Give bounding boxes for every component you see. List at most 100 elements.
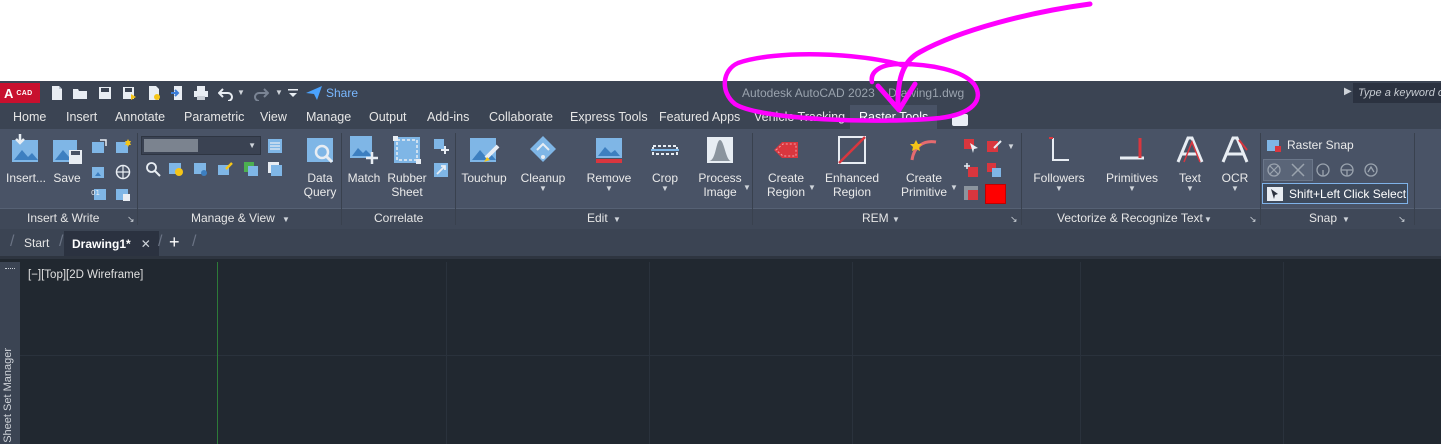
rem-edit-icon[interactable] (986, 138, 1002, 154)
rem-move-icon[interactable] (963, 162, 979, 178)
process-image-button[interactable]: Process Image (697, 133, 743, 199)
tab-express-tools[interactable]: Express Tools (570, 105, 648, 129)
redo-icon[interactable] (253, 85, 269, 101)
tab-vehicle-tracking[interactable]: Vehicle Tracking (754, 105, 845, 129)
vectorize-launcher-icon[interactable]: ↘ (1249, 214, 1257, 225)
new-file-icon[interactable] (49, 85, 65, 101)
viewport-controls[interactable]: [−][Top][2D Wireframe] (28, 269, 143, 281)
move-image-icon[interactable] (433, 138, 449, 154)
ocr-button[interactable]: OCR ▼ (1217, 133, 1253, 193)
cleanup-dropdown-icon: ▼ (539, 184, 547, 193)
rubber-sheet-button[interactable]: Rubber Sheet (386, 133, 428, 199)
sheet-set-manager-label: Sheet Set Manager (2, 348, 14, 443)
rotate-image-icon[interactable] (433, 162, 449, 178)
new-image-icon[interactable] (115, 139, 131, 155)
snap-quadrant-icon[interactable] (1339, 162, 1355, 178)
rem-edit-dropdown-icon[interactable]: ▼ (1007, 143, 1015, 151)
tab-featured-apps[interactable]: Featured Apps (659, 105, 740, 129)
primitives-button[interactable]: Primitives ▼ (1103, 133, 1161, 193)
save-raster-button[interactable]: Save (50, 133, 84, 185)
snap-perpendicular-icon[interactable] (1363, 162, 1379, 178)
tab-manage[interactable]: Manage (306, 105, 351, 129)
insert-write-launcher-icon[interactable]: ↘ (127, 214, 135, 225)
save-icon[interactable] (97, 85, 113, 101)
tab-start[interactable]: Start (24, 236, 49, 250)
zoom-icon[interactable] (145, 161, 161, 177)
edit-expand-icon[interactable]: ▼ (613, 216, 621, 224)
image-details-icon[interactable] (193, 161, 209, 177)
enhanced-region-button[interactable]: Enhanced Region (824, 133, 880, 199)
snap-endpoint-icon[interactable] (1266, 162, 1282, 178)
image-frame-icon[interactable] (91, 139, 107, 155)
rem-launcher-icon[interactable]: ↘ (1010, 214, 1018, 225)
rem-grid-icon[interactable] (963, 185, 979, 201)
manage-view-expand-icon[interactable]: ▼ (282, 216, 290, 224)
text-button[interactable]: Text ▼ (1172, 133, 1208, 193)
globe-icon[interactable] (115, 164, 131, 180)
create-region-dropdown-icon[interactable]: ▼ (808, 184, 816, 192)
image-binary-icon[interactable]: 01 (91, 186, 107, 202)
redo-dropdown-icon[interactable]: ▼ (274, 85, 284, 101)
tab-parametric[interactable]: Parametric (184, 105, 244, 129)
match-button[interactable]: Match (345, 133, 383, 185)
image-frames-icon[interactable] (168, 161, 184, 177)
process-image-dropdown-icon[interactable]: ▼ (743, 184, 751, 192)
snap-center-icon[interactable] (1315, 162, 1331, 178)
tab-collaborate[interactable]: Collaborate (489, 105, 553, 129)
insert-button[interactable]: Insert... (6, 133, 46, 185)
app-menu-button[interactable]: A CAD (0, 83, 40, 103)
search-expand-icon[interactable]: ▶ (1344, 86, 1352, 97)
tab-home[interactable]: Home (13, 105, 46, 129)
search-input[interactable] (1353, 83, 1441, 103)
new-tab-button[interactable]: + (169, 232, 180, 253)
save-to-web-icon[interactable] (170, 85, 186, 101)
panel-separator (752, 133, 753, 225)
tab-annotate[interactable]: Annotate (115, 105, 165, 129)
sheet-set-manager-panel[interactable]: Sheet Set Manager (0, 262, 20, 444)
plot-icon[interactable] (193, 85, 209, 101)
create-region-button[interactable]: Create Region (763, 133, 809, 199)
undo-icon[interactable] (218, 85, 234, 101)
cleanup-button[interactable]: Cleanup ▼ (519, 133, 567, 193)
remove-button[interactable]: Remove ▼ (585, 133, 633, 193)
image-list-icon[interactable] (267, 138, 283, 154)
rem-expand-icon[interactable]: ▼ (892, 216, 900, 224)
vectorize-expand-icon[interactable]: ▼ (1204, 216, 1212, 224)
drawing-canvas[interactable]: Sheet Set Manager [−][Top][2D Wireframe] (0, 256, 1441, 444)
image-save-small-icon[interactable] (115, 186, 131, 202)
image-edit-icon[interactable] (217, 161, 233, 177)
data-query-button[interactable]: Data Query (300, 133, 340, 199)
undo-dropdown-icon[interactable]: ▼ (236, 85, 246, 101)
crop-button[interactable]: Crop ▼ (645, 133, 685, 193)
rem-copy-icon[interactable] (986, 162, 1002, 178)
touchup-button[interactable]: Touchup (460, 133, 508, 185)
close-tab-icon[interactable]: ✕ (141, 237, 151, 251)
raster-snap-toggle[interactable]: Raster Snap (1266, 137, 1354, 153)
tab-add-ins[interactable]: Add-ins (427, 105, 469, 129)
open-folder-icon[interactable] (72, 85, 88, 101)
share-button[interactable]: Share (306, 83, 358, 103)
create-primitive-button[interactable]: Create Primitive (897, 133, 951, 199)
image-insert-small-icon[interactable] (91, 164, 107, 180)
tab-output[interactable]: Output (369, 105, 407, 129)
image-select-dropdown[interactable]: ▼ (141, 136, 261, 155)
image-layers-icon[interactable] (243, 161, 259, 177)
ribbon-options-icon[interactable] (952, 114, 968, 126)
save-as-icon[interactable] (121, 85, 137, 101)
open-from-web-icon[interactable] (146, 85, 162, 101)
followers-button[interactable]: Followers ▼ (1031, 133, 1087, 193)
tab-drawing1[interactable]: Drawing1* ✕ (64, 231, 159, 256)
snap-launcher-icon[interactable]: ↘ (1398, 214, 1406, 225)
customize-qat-icon[interactable] (287, 85, 299, 101)
tab-raster-tools[interactable]: Raster Tools (850, 105, 938, 129)
panel-grip-icon[interactable] (5, 268, 15, 270)
shift-click-select-button[interactable]: Shift+Left Click Select (1262, 183, 1408, 204)
rem-select-icon[interactable] (963, 138, 979, 154)
tab-view[interactable]: View (260, 105, 287, 129)
snap-expand-icon[interactable]: ▼ (1342, 216, 1350, 224)
rem-color-swatch[interactable] (985, 184, 1006, 204)
tab-insert[interactable]: Insert (66, 105, 97, 129)
create-primitive-dropdown-icon[interactable]: ▼ (950, 184, 958, 192)
snap-intersection-icon[interactable] (1290, 162, 1306, 178)
image-stack-icon[interactable] (267, 161, 283, 177)
